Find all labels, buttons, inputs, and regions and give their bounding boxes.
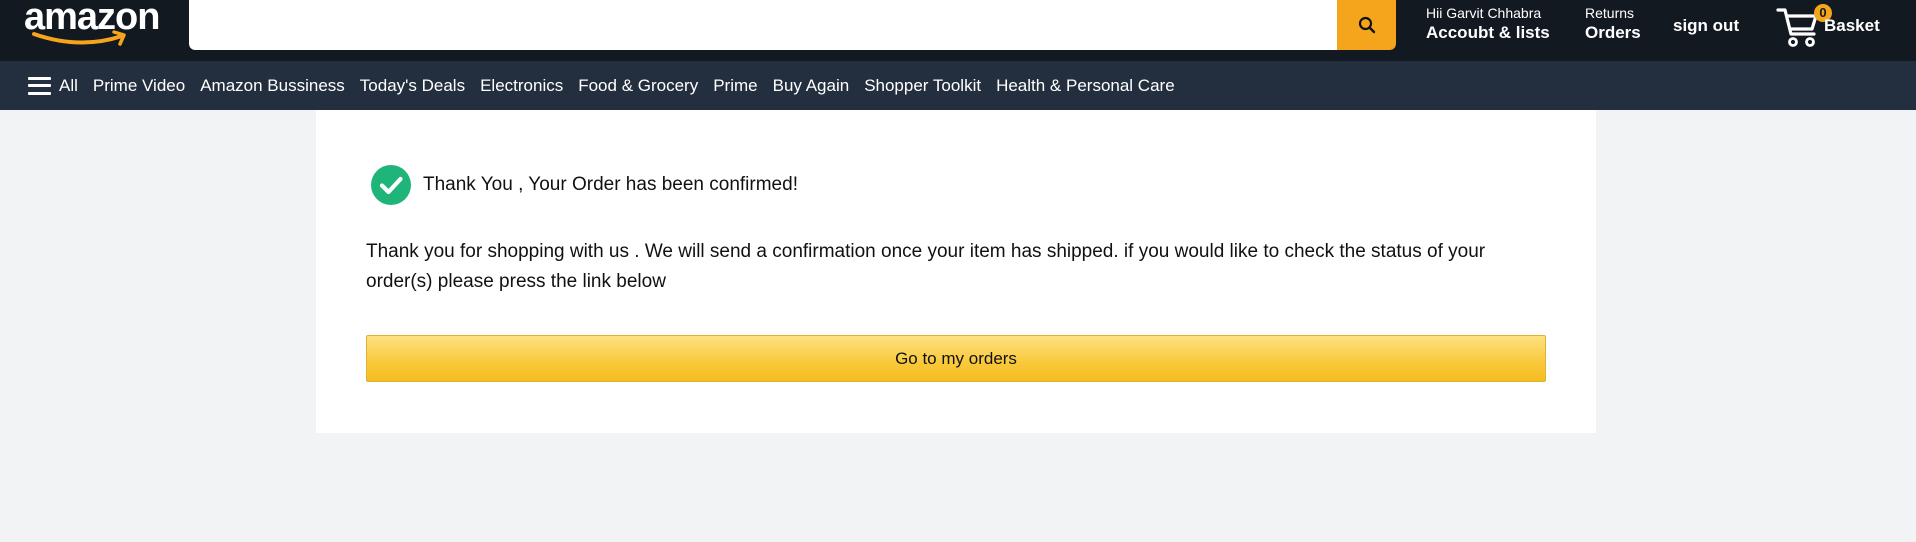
nav-item-food-grocery[interactable]: Food & Grocery bbox=[578, 76, 698, 96]
nav-all-label: All bbox=[59, 75, 78, 95]
sign-out-button[interactable]: sign out bbox=[1673, 16, 1739, 36]
account-and-lists[interactable]: Hii Garvit Chhabra Accoubt & lists bbox=[1426, 4, 1550, 44]
nav-item-health-personal-care[interactable]: Health & Personal Care bbox=[996, 76, 1175, 96]
search-input[interactable] bbox=[189, 0, 1337, 50]
search-icon bbox=[1358, 16, 1375, 34]
top-header: amazon Hii Garvit Chhabra Accoubt & list… bbox=[0, 0, 1916, 61]
account-lists-label: Accoubt & lists bbox=[1426, 23, 1550, 42]
returns-and-orders[interactable]: Returns Orders bbox=[1585, 4, 1641, 44]
go-to-my-orders-button[interactable]: Go to my orders bbox=[366, 335, 1546, 382]
nav-item-buy-again[interactable]: Buy Again bbox=[773, 76, 850, 96]
check-circle-icon bbox=[371, 165, 411, 205]
hamburger-menu-icon bbox=[28, 76, 51, 95]
basket-button[interactable]: 0 Basket bbox=[1776, 2, 1886, 52]
orders-label: Orders bbox=[1585, 23, 1641, 42]
order-confirmation-card: Thank You , Your Order has been confirme… bbox=[316, 110, 1596, 433]
account-greeting: Hii Garvit Chhabra bbox=[1426, 5, 1542, 21]
nav-item-prime[interactable]: Prime bbox=[713, 76, 757, 96]
nav-item-prime-video[interactable]: Prime Video bbox=[93, 76, 185, 96]
basket-label: Basket bbox=[1824, 16, 1880, 35]
confirmation-title: Thank You , Your Order has been confirme… bbox=[423, 174, 798, 195]
nav-item-amazon-business[interactable]: Amazon Bussiness bbox=[200, 76, 345, 96]
search-button[interactable] bbox=[1337, 0, 1396, 50]
logo-smile-icon bbox=[32, 30, 126, 46]
amazon-logo[interactable]: amazon bbox=[24, 0, 166, 50]
nav-item-electronics[interactable]: Electronics bbox=[480, 76, 563, 96]
nav-item-shopper-toolkit[interactable]: Shopper Toolkit bbox=[864, 76, 981, 96]
all-menu-button[interactable]: All bbox=[28, 76, 78, 96]
search-bar bbox=[189, 0, 1396, 50]
nav-item-todays-deals[interactable]: Today's Deals bbox=[360, 76, 465, 96]
confirmation-header: Thank You , Your Order has been confirme… bbox=[371, 165, 798, 205]
nav-bar: All Prime Video Amazon Bussiness Today's… bbox=[0, 61, 1916, 110]
returns-label: Returns bbox=[1585, 5, 1635, 21]
confirmation-message: Thank you for shopping with us . We will… bbox=[366, 241, 1486, 292]
